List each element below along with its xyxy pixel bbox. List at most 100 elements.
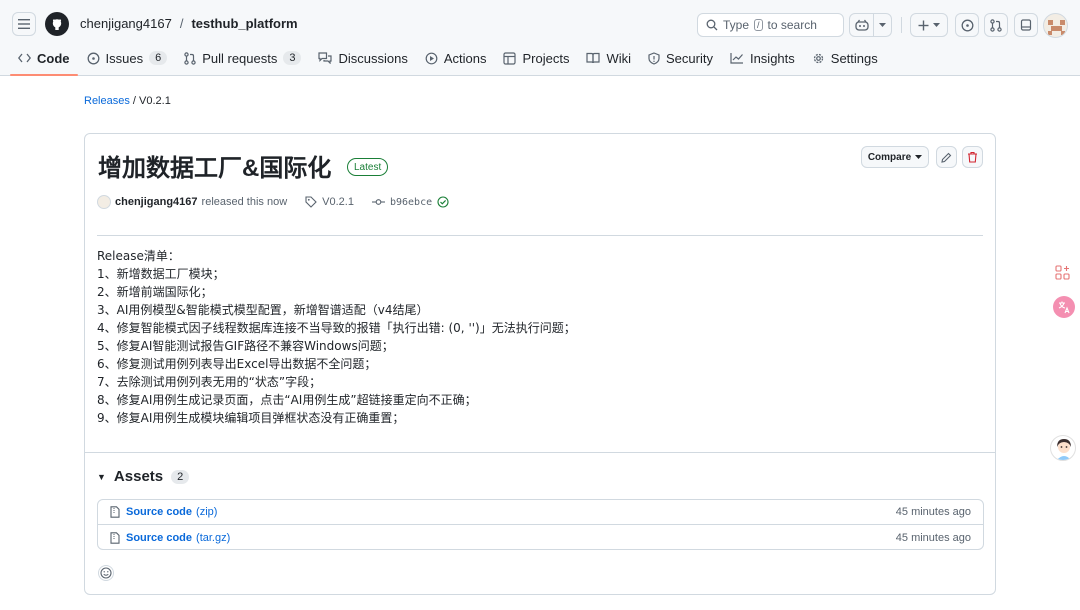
graph-icon: [730, 53, 743, 64]
delete-release-button[interactable]: [962, 146, 983, 168]
check-circle-icon: [437, 196, 449, 208]
asset-row[interactable]: Source code (tar.gz) 45 minutes ago: [98, 525, 983, 550]
apps-widget-icon[interactable]: [1055, 265, 1071, 281]
tab-security[interactable]: Security: [640, 48, 721, 68]
releases-breadcrumb: Releases / V0.2.1: [84, 95, 171, 107]
global-header: chenjigang4167 / testhub_platform Type /…: [0, 0, 1080, 76]
pencil-icon: [941, 152, 952, 163]
create-new-button[interactable]: [910, 13, 948, 37]
edit-release-button[interactable]: [936, 146, 957, 168]
pull-requests-count-badge: 3: [283, 51, 302, 65]
release-title[interactable]: 增加数据工厂&国际化: [98, 148, 331, 183]
inbox-icon: [1020, 18, 1032, 31]
top-bar: chenjigang4167 / testhub_platform Type /…: [0, 0, 1080, 48]
code-icon: [18, 53, 31, 63]
tab-settings[interactable]: Settings: [804, 48, 886, 68]
asset-time: 45 minutes ago: [895, 531, 971, 544]
tab-label: Security: [666, 50, 713, 66]
copilot-icon[interactable]: [850, 14, 874, 36]
release-note-line: 3、AI用例模型&智能模式模型配置，新增智谱适配（v4结尾）: [97, 303, 429, 317]
tag-label: V0.2.1: [322, 196, 354, 208]
tab-projects[interactable]: Projects: [495, 48, 577, 68]
assistant-avatar-icon[interactable]: [1050, 435, 1076, 461]
repo-name-link[interactable]: testhub_platform: [191, 16, 297, 31]
releases-link[interactable]: Releases: [84, 95, 130, 107]
tab-wiki[interactable]: Wiki: [578, 48, 639, 68]
breadcrumb-current: V0.2.1: [139, 95, 171, 107]
asset-kind[interactable]: (zip): [196, 506, 217, 518]
asset-row[interactable]: Source code (zip) 45 minutes ago: [98, 500, 983, 525]
breadcrumb-separator: /: [179, 16, 184, 31]
your-pull-requests-button[interactable]: [984, 13, 1008, 37]
play-icon: [425, 52, 438, 64]
repo-breadcrumb: chenjigang4167 / testhub_platform: [80, 16, 298, 31]
release-note-line: 8、修复AI用例生成记录页面，点击“AI用例生成”超链接重定向不正确；: [97, 393, 477, 407]
notifications-button[interactable]: [1014, 13, 1038, 37]
add-reaction-button[interactable]: [98, 565, 114, 581]
tab-issues[interactable]: Issues 6: [79, 48, 176, 68]
assets-toggle[interactable]: ▼ Assets 2: [97, 468, 190, 485]
chevron-down-icon: [933, 23, 940, 27]
translate-widget-icon[interactable]: [1053, 296, 1075, 318]
file-zip-icon: [110, 531, 120, 544]
search-placeholder-rest: to search: [767, 18, 817, 32]
chevron-down-icon[interactable]: [874, 23, 891, 27]
commit-icon: [371, 199, 385, 205]
search-placeholder-type: Type: [723, 18, 750, 32]
user-avatar[interactable]: [1043, 13, 1068, 38]
copilot-button[interactable]: [849, 13, 892, 37]
issues-count-badge: 6: [149, 51, 168, 65]
tab-insights[interactable]: Insights: [722, 48, 803, 68]
author-avatar[interactable]: [97, 195, 111, 209]
repo-owner-link[interactable]: chenjigang4167: [80, 16, 172, 31]
your-issues-button[interactable]: [955, 13, 979, 37]
tab-label: Insights: [749, 50, 795, 66]
tab-actions[interactable]: Actions: [417, 48, 495, 68]
asset-kind[interactable]: (tar.gz): [196, 532, 230, 544]
shield-icon: [648, 51, 660, 65]
release-note-line: Release清单：: [97, 249, 180, 263]
release-meta: chenjigang4167 released this now V0.2.1 …: [97, 195, 449, 209]
asset-time: 45 minutes ago: [895, 506, 971, 518]
tag-icon: [305, 196, 317, 208]
compare-button[interactable]: Compare: [861, 146, 929, 168]
commit-sha: b96ebce: [389, 196, 433, 208]
released-text: released this now: [201, 196, 288, 208]
menu-button[interactable]: [12, 12, 36, 36]
header-divider: [901, 17, 902, 33]
tab-code[interactable]: Code: [10, 48, 78, 76]
assets-count-badge: 2: [171, 469, 190, 484]
tab-label: Discussions: [338, 50, 408, 66]
discussions-icon: [318, 52, 333, 64]
pull-request-icon: [990, 18, 1002, 32]
tag-link[interactable]: V0.2.1: [305, 196, 354, 208]
tab-label: Code: [37, 50, 70, 66]
search-input[interactable]: Type / to search: [697, 13, 844, 37]
asset-name[interactable]: Source code: [126, 506, 192, 518]
tab-pull-requests[interactable]: Pull requests 3: [176, 48, 309, 68]
tab-label: Issues: [105, 50, 144, 66]
book-icon: [586, 52, 601, 64]
release-note-line: 2、新增前端国际化；: [97, 285, 213, 299]
file-zip-icon: [110, 506, 120, 518]
plus-icon: [918, 20, 929, 30]
chevron-down-icon: [915, 155, 923, 159]
release-note-line: 7、去除测试用例列表无用的“状态”字段；: [97, 375, 322, 389]
release-note-line: 9、修复AI用例生成模块编辑项目弹框状态没有正确重置；: [97, 411, 405, 425]
tab-label: Settings: [830, 50, 878, 66]
table-icon: [503, 51, 517, 65]
assets-heading: Assets: [113, 468, 164, 485]
release-notes: Release清单： 1、新增数据工厂模块； 2、新增前端国际化； 3、AI用例…: [97, 247, 977, 427]
assets-list: Source code (zip) 45 minutes ago Source …: [97, 499, 984, 550]
trash-icon: [968, 151, 977, 163]
tab-label: Actions: [443, 50, 487, 66]
tab-discussions[interactable]: Discussions: [310, 48, 415, 68]
asset-name[interactable]: Source code: [126, 532, 192, 544]
smiley-icon: [100, 567, 112, 579]
release-note-line: 1、新增数据工厂模块；: [97, 267, 225, 281]
github-logo-icon[interactable]: [45, 12, 69, 36]
commit-link[interactable]: b96ebce: [371, 196, 449, 208]
author-link[interactable]: chenjigang4167: [115, 196, 198, 208]
hamburger-icon: [18, 19, 30, 29]
release-note-line: 6、修复测试用例列表导出Excel导出数据不全问题；: [97, 357, 377, 371]
